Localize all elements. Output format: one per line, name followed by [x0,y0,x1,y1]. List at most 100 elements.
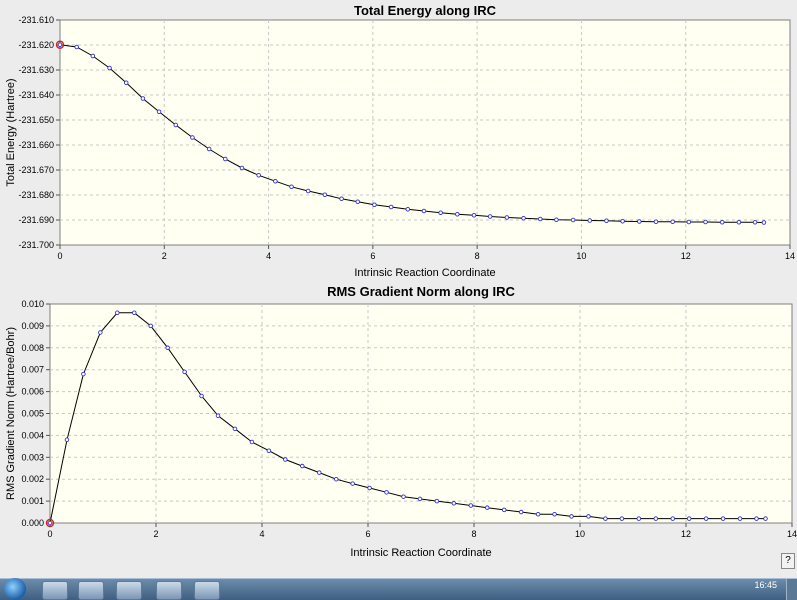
data-point [223,156,228,162]
data-point [552,511,557,517]
y-tick-label: 0.009 [21,321,44,331]
data-point [485,505,490,510]
chart-title: Total Energy along IRC [354,3,497,18]
data-point [47,520,53,526]
chrome-taskbar-icon[interactable] [116,581,142,600]
data-point [455,211,460,217]
x-tick-label: 0 [47,529,52,539]
data-point [438,210,443,215]
data-point [239,165,245,171]
data-point [289,184,294,189]
x-tick-label: 8 [475,251,480,261]
x-tick-label: 2 [162,251,167,261]
data-point [421,208,427,214]
x-tick-label: 12 [681,251,691,261]
y-tick-label: 0.003 [21,452,44,462]
x-tick-label: 6 [370,251,375,261]
x-tick-label: 14 [787,529,797,539]
explorer-taskbar-icon[interactable] [42,581,68,600]
data-point [173,122,179,128]
app-taskbar-icon[interactable] [156,581,182,600]
data-point [737,516,743,521]
data-point [215,413,221,418]
data-point [451,501,457,506]
data-point [367,485,372,491]
data-point [670,219,675,224]
show-desktop-button[interactable] [786,579,797,600]
data-point [256,172,261,178]
x-tick-label: 10 [575,529,585,539]
start-button[interactable] [4,578,26,600]
y-tick-label: 0.008 [21,343,44,353]
x-axis-label: Intrinsic Reaction Coordinate [354,267,495,279]
x-axis-label: Intrinsic Reaction Coordinate [350,547,491,559]
data-point [316,470,322,475]
data-point [156,109,162,114]
data-point [686,219,692,225]
gaussview-taskbar-icon[interactable] [194,581,220,600]
data-point [273,178,278,184]
data-point [703,516,709,521]
data-point [372,202,377,207]
media-player-taskbar-icon[interactable] [78,581,104,600]
data-point [761,220,767,225]
data-point [339,196,344,201]
data-point [537,216,543,222]
y-tick-label: -231.680 [18,190,54,200]
data-point [521,215,526,221]
data-point [504,215,510,220]
data-point [468,503,474,508]
data-point [305,188,311,194]
data-point [535,511,541,517]
data-point [554,217,559,222]
y-tick-label: -231.690 [18,215,54,225]
data-point [132,310,137,316]
data-point [620,218,625,224]
data-point [752,219,758,225]
x-tick-label: 10 [576,251,586,261]
data-point [81,371,86,377]
data-point [736,219,742,225]
y-tick-label: -231.620 [18,40,54,50]
x-tick-label: 2 [153,529,158,539]
data-point [107,65,112,71]
irc-charts: 0 2 4 6 8 10 12 14 -231.610 -231.620 -231.630 -231.… [5,3,797,559]
y-axis-label: RMS Gradient Norm (Hartree/Bohr) [5,327,17,500]
data-point [401,494,406,499]
x-tick-label: 6 [365,529,370,539]
clock-time: 16:45 [754,580,777,590]
y-tick-label: 0.006 [21,387,44,397]
data-point [388,204,394,210]
data-point [570,217,576,223]
data-point [487,214,493,219]
data-point [763,516,768,521]
y-tick-label: 0.005 [21,409,44,419]
data-point [686,516,692,521]
data-point [64,437,70,443]
data-point [653,219,659,224]
data-point [501,507,507,513]
data-point [57,42,63,48]
data-point [199,393,204,399]
data-point [232,426,238,432]
data-point [384,490,389,495]
data-point [471,212,477,218]
data-point [190,135,195,140]
data-point [115,310,120,316]
data-point [518,509,524,515]
y-tick-label: 0.001 [21,496,44,506]
chart-title: RMS Gradient Norm along IRC [327,284,515,299]
data-point [569,514,574,519]
data-point [619,516,625,521]
data-point [405,206,411,212]
data-point [355,199,360,204]
y-tick-label: -231.700 [18,240,54,250]
data-point [604,218,609,223]
help-icon[interactable]: ? [781,553,795,569]
data-point [417,496,423,502]
data-point [322,192,328,197]
y-tick-label: -231.660 [18,140,54,150]
y-tick-label: -231.650 [18,115,54,125]
windows-taskbar: 16:45 [0,578,797,600]
y-tick-label: -231.630 [18,65,54,75]
